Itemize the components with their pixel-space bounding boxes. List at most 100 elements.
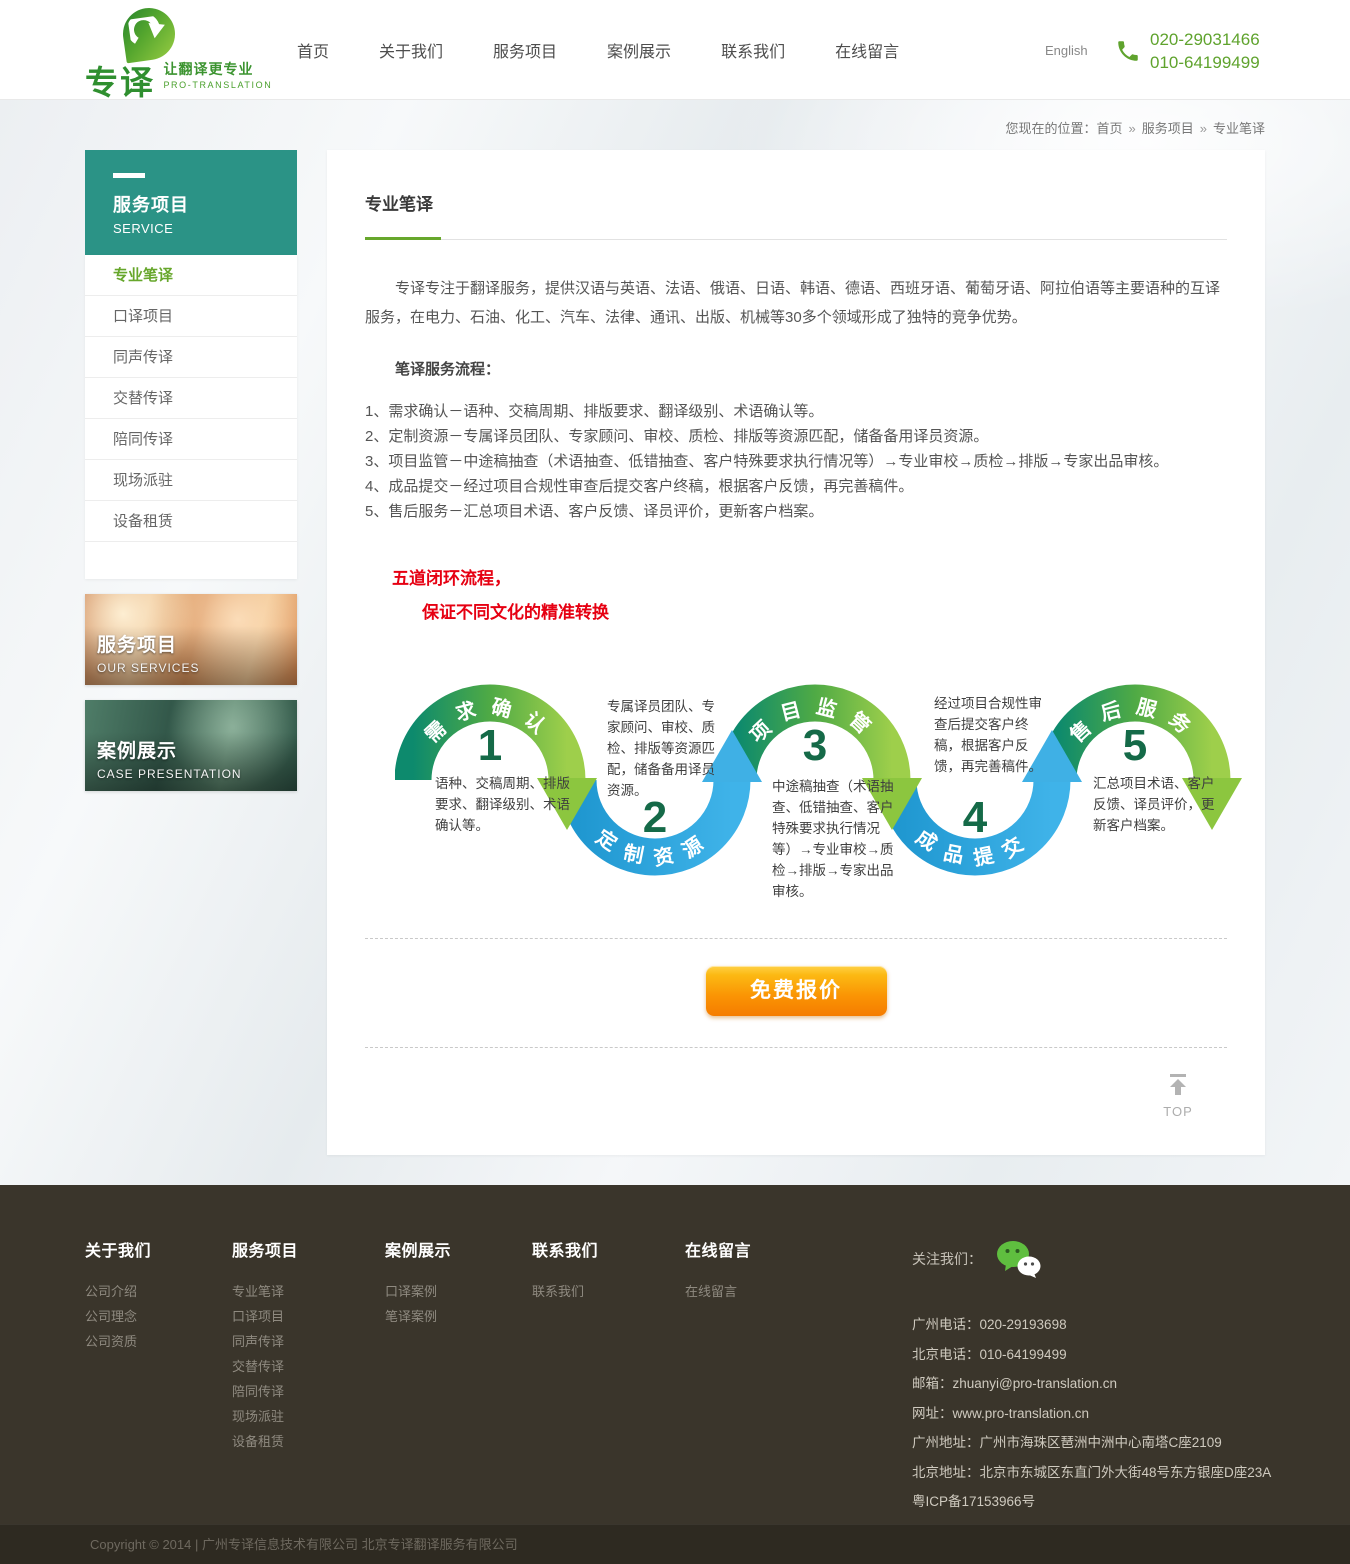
footer-contact-info: 广州电话：020-29193698北京电话：010-64199499邮箱：zhu… [912, 1310, 1271, 1517]
copyright-bar: Copyright © 2014 | 广州专译信息技术有限公司 北京专译翻译服务… [0, 1524, 1350, 1564]
stage-desc-4: 经过项目合规性审查后提交客户终稿，根据客户反馈，再完善稿件。 [934, 693, 1050, 777]
footer-column-关于我们: 关于我们公司介绍公司理念公司资质 [85, 1237, 151, 1360]
footer-link-专业笔译[interactable]: 专业笔译 [232, 1285, 298, 1298]
svg-text:3: 3 [803, 721, 827, 770]
stage-desc-3: 中途稿抽查（术语抽查、低错抽查、客户特殊要求执行情况等）→专业审校→质检→排版→… [772, 776, 894, 902]
footer-link-口译案例[interactable]: 口译案例 [385, 1285, 451, 1298]
divider [365, 1047, 1227, 1048]
process-step: 3、项目监管－中途稿抽查（术语抽查、低错抽查、客户特殊要求执行情况等）→专业审校… [365, 449, 1227, 474]
breadcrumb-link[interactable]: 服务项目 [1142, 121, 1194, 136]
logo-leaf-icon [120, 5, 179, 64]
svg-text:1: 1 [478, 721, 502, 770]
logo-slogan: 让翻译更专业 [163, 59, 272, 79]
site-header: 专译 让翻译更专业 PRO-TRANSLATION 首页 关于我们 服务项目 案例展示… [0, 0, 1350, 100]
sidebar-item-同声传译[interactable]: 同声传译 [85, 337, 297, 378]
sidebar-dash [113, 173, 145, 178]
footer-link-公司理念[interactable]: 公司理念 [85, 1310, 151, 1323]
nav-item-首页[interactable]: 首页 [297, 38, 329, 62]
banner-case-presentation[interactable]: 案例展示 CASE PRESENTATION [85, 700, 297, 791]
sidebar-item-陪同传译[interactable]: 陪同传译 [85, 419, 297, 460]
process-diagram: 需求确认 定制资源 项目监管 成品提交 售后服务12345语种、交稿周期、排版要… [395, 670, 1257, 910]
footer-column-服务项目: 服务项目专业笔译口译项目同声传译交替传译陪同传译现场派驻设备租赁 [232, 1237, 298, 1460]
sidebar-item-设备租赁[interactable]: 设备租赁 [85, 501, 297, 542]
language-link[interactable]: English [1045, 43, 1088, 58]
sidebar-item-交替传译[interactable]: 交替传译 [85, 378, 297, 419]
footer-column-title: 在线留言 [685, 1237, 751, 1261]
stage-desc-1: 语种、交稿周期、排版要求、翻译级别、术语确认等。 [435, 773, 575, 836]
stage-desc-2: 专属译员团队、专家顾问、审校、质检、排版等资源匹配，储备备用译员资源。 [607, 696, 719, 801]
footer-column-title: 联系我们 [532, 1237, 598, 1261]
footer-column-title: 案例展示 [385, 1237, 451, 1261]
nav-item-案例展示[interactable]: 案例展示 [607, 38, 671, 62]
footer-column-案例展示: 案例展示口译案例笔译案例 [385, 1237, 451, 1335]
contact-line: 网址：www.pro-translation.cn [912, 1399, 1271, 1429]
back-to-top[interactable]: TOP [1151, 1074, 1205, 1119]
footer-column-联系我们: 联系我们联系我们 [532, 1237, 598, 1310]
contact-line: 北京地址：北京市东城区东直门外大街48号东方银座D座23A [912, 1458, 1271, 1488]
svg-text:4: 4 [963, 793, 988, 842]
divider [365, 938, 1227, 939]
contact-line: 广州电话：020-29193698 [912, 1310, 1271, 1340]
intro-paragraph: 专译专注于翻译服务，提供汉语与英语、法语、俄语、日语、韩语、德语、西班牙语、葡萄… [365, 274, 1227, 332]
sidebar-item-专业笔译[interactable]: 专业笔译 [85, 255, 297, 296]
free-quote-button[interactable]: 免费报价 [706, 966, 887, 1016]
stage-desc-5: 汇总项目术语、客户反馈、译员评价，更新客户档案。 [1093, 773, 1223, 836]
page: 专译 让翻译更专业 PRO-TRANSLATION 首页关于我们服务项目案例展示… [0, 0, 1350, 1564]
contact-line: 粤ICP备17153966号 [912, 1487, 1271, 1517]
footer-link-公司介绍[interactable]: 公司介绍 [85, 1285, 151, 1298]
logo-name: 专译 [85, 64, 155, 101]
top-arrow-icon [1167, 1074, 1189, 1095]
footer-link-陪同传译[interactable]: 陪同传译 [232, 1385, 298, 1398]
sidebar-item-现场派驻[interactable]: 现场派驻 [85, 460, 297, 501]
sidebar: 服务项目 SERVICE 专业笔译口译项目同声传译交替传译陪同传译现场派驻设备租… [85, 150, 297, 791]
banner-our-services[interactable]: 服务项目 OUR SERVICES [85, 594, 297, 685]
contact-line: 广州地址：广州市海珠区琶洲中洲中心南塔C座2109 [912, 1428, 1271, 1458]
breadcrumb-link[interactable]: 首页 [1096, 121, 1122, 136]
nav-item-联系我们[interactable]: 联系我们 [721, 38, 785, 62]
svg-text:5: 5 [1123, 721, 1147, 770]
phone-numbers: 020-29031466 010-64199499 [1150, 28, 1260, 74]
footer-column-title: 服务项目 [232, 1237, 298, 1261]
breadcrumb-link[interactable]: 专业笔译 [1213, 121, 1265, 136]
content-area: 您现在的位置：首页»服务项目»专业笔译 服务项目 SERVICE 专业笔译口译项… [0, 100, 1350, 1185]
phone-icon [1115, 38, 1141, 64]
main-panel: 专业笔译 专译专注于翻译服务，提供汉语与英语、法语、俄语、日语、韩语、德语、西班… [327, 150, 1265, 1155]
process-heading: 笔译服务流程： [365, 358, 1227, 379]
page-title: 专业笔译 [365, 190, 1227, 215]
process-step: 4、成品提交－经过项目合规性审查后提交客户终稿，根据客户反馈，再完善稿件。 [365, 474, 1227, 499]
main-nav: 首页 关于我们 服务项目 案例展示 联系我们 在线留言 [297, 0, 899, 100]
logo-english: PRO-TRANSLATION [163, 80, 272, 90]
footer-link-口译项目[interactable]: 口译项目 [232, 1310, 298, 1323]
footer-column-title: 关于我们 [85, 1237, 151, 1261]
footer-link-设备租赁[interactable]: 设备租赁 [232, 1435, 298, 1448]
process-step: 5、售后服务－汇总项目术语、客户反馈、译员评价，更新客户档案。 [365, 499, 1227, 524]
process-step: 1、需求确认－语种、交稿周期、排版要求、翻译级别、术语确认等。 [365, 399, 1227, 424]
nav-item-关于我们[interactable]: 关于我们 [379, 38, 443, 62]
title-rule [365, 237, 1227, 240]
process-steps: 1、需求确认－语种、交稿周期、排版要求、翻译级别、术语确认等。2、定制资源－专属… [365, 399, 1227, 524]
sidebar-title: 服务项目 [113, 191, 297, 217]
logo[interactable]: 专译 让翻译更专业 PRO-TRANSLATION [85, 4, 315, 98]
contact-line: 邮箱：zhuanyi@pro-translation.cn [912, 1369, 1271, 1399]
follow-us: 关注我们： [912, 1240, 1042, 1278]
site-footer: 关于我们公司介绍公司理念公司资质 服务项目专业笔译口译项目同声传译交替传译陪同传译… [0, 1185, 1350, 1524]
footer-link-在线留言[interactable]: 在线留言 [685, 1285, 751, 1298]
sidebar-menu: 专业笔译口译项目同声传译交替传译陪同传译现场派驻设备租赁 [85, 255, 297, 579]
wechat-icon[interactable] [996, 1240, 1042, 1278]
nav-item-服务项目[interactable]: 服务项目 [493, 38, 557, 62]
contact-line: 北京电话：010-64199499 [912, 1340, 1271, 1370]
footer-link-同声传译[interactable]: 同声传译 [232, 1335, 298, 1348]
header-phone: 020-29031466 010-64199499 [1115, 28, 1260, 74]
highlight-text: 五道闭环流程， 保证不同文化的精准转换 [392, 562, 1227, 630]
footer-link-公司资质[interactable]: 公司资质 [85, 1335, 151, 1348]
sidebar-header: 服务项目 SERVICE [85, 150, 297, 255]
nav-item-在线留言[interactable]: 在线留言 [835, 38, 899, 62]
footer-column-在线留言: 在线留言在线留言 [685, 1237, 751, 1310]
footer-link-笔译案例[interactable]: 笔译案例 [385, 1310, 451, 1323]
breadcrumb-prefix: 您现在的位置： [1005, 121, 1096, 136]
footer-link-交替传译[interactable]: 交替传译 [232, 1360, 298, 1373]
breadcrumb: 您现在的位置：首页»服务项目»专业笔译 [1005, 118, 1265, 137]
footer-link-联系我们[interactable]: 联系我们 [532, 1285, 598, 1298]
footer-link-现场派驻[interactable]: 现场派驻 [232, 1410, 298, 1423]
sidebar-item-口译项目[interactable]: 口译项目 [85, 296, 297, 337]
